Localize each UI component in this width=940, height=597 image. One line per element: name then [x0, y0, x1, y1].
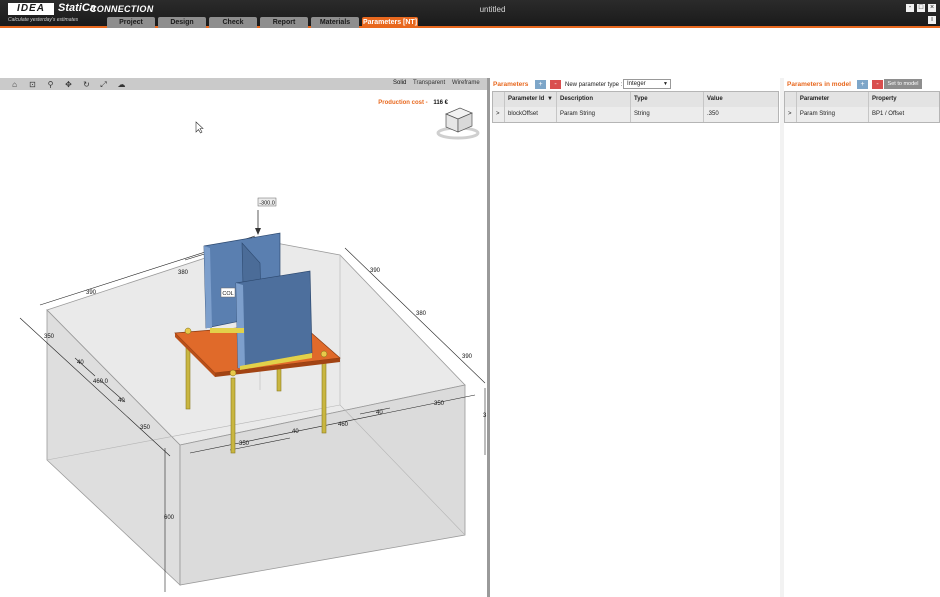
- row-expander-icon[interactable]: >: [785, 107, 797, 122]
- info-button[interactable]: i: [928, 16, 936, 24]
- parameters-panel: Parameters + - New parameter type : Inte…: [490, 78, 780, 597]
- parameter-id-cell[interactable]: blockOffset: [505, 107, 557, 122]
- column-header-description[interactable]: Description: [557, 92, 631, 107]
- mouse-cursor-icon: [195, 121, 204, 134]
- expander-header: [785, 92, 797, 107]
- expander-header: [493, 92, 505, 107]
- parameters-in-model-panel: Parameters in model + - Set to model Par…: [784, 78, 940, 597]
- parameter-cell[interactable]: Param String: [797, 107, 869, 122]
- dim-text: 40: [292, 429, 299, 435]
- dim-text: 40: [376, 410, 383, 416]
- column-header-property[interactable]: Property: [869, 92, 939, 107]
- dim-text: 380: [178, 270, 189, 276]
- tab-project[interactable]: Project: [107, 17, 155, 28]
- dim-text: 460.0: [93, 379, 109, 385]
- row-expander-icon[interactable]: >: [493, 107, 505, 122]
- dim-text: 350: [44, 334, 55, 340]
- description-cell[interactable]: Param String: [557, 107, 631, 122]
- parameters-header: Parameters + - New parameter type : Inte…: [490, 78, 780, 90]
- window-title: untitled: [479, 5, 506, 14]
- maximize-button[interactable]: □: [917, 4, 925, 12]
- dim-text: 40: [118, 398, 125, 404]
- tab-materials[interactable]: Materials: [311, 17, 359, 28]
- tab-check[interactable]: Check: [209, 17, 257, 28]
- dim-text: 350: [434, 401, 445, 407]
- parameters-table-header: Parameter Id ▼ Description Type Value: [493, 92, 778, 107]
- parameters-in-model-title: Parameters in model: [787, 81, 851, 88]
- set-to-model-button[interactable]: Set to model: [884, 79, 922, 89]
- value-cell[interactable]: .350: [704, 107, 778, 122]
- parameters-table: Parameter Id ▼ Description Type Value > …: [492, 91, 779, 123]
- dim-text: 350: [239, 441, 250, 447]
- dim-text: 600: [164, 515, 175, 521]
- type-cell[interactable]: String: [631, 107, 704, 122]
- new-parameter-type-label: New parameter type :: [565, 82, 623, 88]
- parameters-in-model-table: Parameter Property > Param String BP1 / …: [784, 91, 940, 123]
- table-row[interactable]: > blockOffset Param String String .350: [493, 107, 778, 122]
- 3d-viewport[interactable]: ⌂ ⊡ ⚲ ✥ ↻ ⤢ ☁ Solid Transparent Wirefram…: [0, 78, 487, 597]
- title-bar: IDEA StatiCa CONNECTION Calculate yester…: [0, 0, 940, 28]
- member-tag: COL: [220, 287, 236, 298]
- dim-text: 350: [140, 425, 151, 431]
- dim-text: 40: [77, 360, 84, 366]
- main-tabs: Project Design Check Report Materials Pa…: [107, 17, 418, 28]
- remove-model-parameter-button[interactable]: -: [872, 80, 883, 89]
- chevron-down-icon: ▼: [663, 81, 668, 87]
- model-scene: -300.0 COL 390 380 390 380 390 350 40 46…: [19, 107, 487, 592]
- view-cube-icon[interactable]: [436, 107, 480, 140]
- close-button[interactable]: ×: [928, 4, 936, 12]
- table-row[interactable]: > Param String BP1 / Offset: [785, 107, 939, 122]
- filter-icon[interactable]: ▼: [547, 92, 553, 107]
- tagline: Calculate yesterday's estimates: [8, 17, 79, 23]
- add-parameter-button[interactable]: +: [535, 80, 546, 89]
- column-header-label: Parameter Id: [508, 96, 545, 102]
- dim-text: 390: [462, 354, 473, 360]
- column-header-parameter[interactable]: Parameter: [797, 92, 869, 107]
- dim-text: 390: [370, 268, 381, 274]
- dim-text: 380: [416, 311, 427, 317]
- new-parameter-type-value: Integer: [627, 81, 646, 87]
- column-header-parameter-id[interactable]: Parameter Id ▼: [505, 92, 557, 107]
- load-arrow: -300.0: [255, 197, 277, 235]
- tab-design[interactable]: Design: [158, 17, 206, 28]
- column-header-value[interactable]: Value: [704, 92, 778, 107]
- load-value: -300.0: [259, 201, 275, 207]
- window-controls: - □ ×: [906, 4, 936, 12]
- new-parameter-type-select[interactable]: Integer ▼: [623, 79, 671, 89]
- property-cell[interactable]: BP1 / Offset: [869, 107, 939, 122]
- dim-text: 390: [86, 290, 97, 296]
- tab-report[interactable]: Report: [260, 17, 308, 28]
- minimize-button[interactable]: -: [906, 4, 914, 12]
- column-header-type[interactable]: Type: [631, 92, 704, 107]
- model-table-header: Parameter Property: [785, 92, 939, 107]
- tab-parameters[interactable]: Parameters [NT]: [362, 17, 418, 28]
- remove-parameter-button[interactable]: -: [550, 80, 561, 89]
- member-label: COL: [222, 291, 233, 297]
- model-panel-header: Parameters in model + - Set to model: [784, 78, 940, 90]
- add-model-parameter-button[interactable]: +: [857, 80, 868, 89]
- parameters-title: Parameters: [493, 81, 529, 88]
- dim-text: 460: [338, 422, 349, 428]
